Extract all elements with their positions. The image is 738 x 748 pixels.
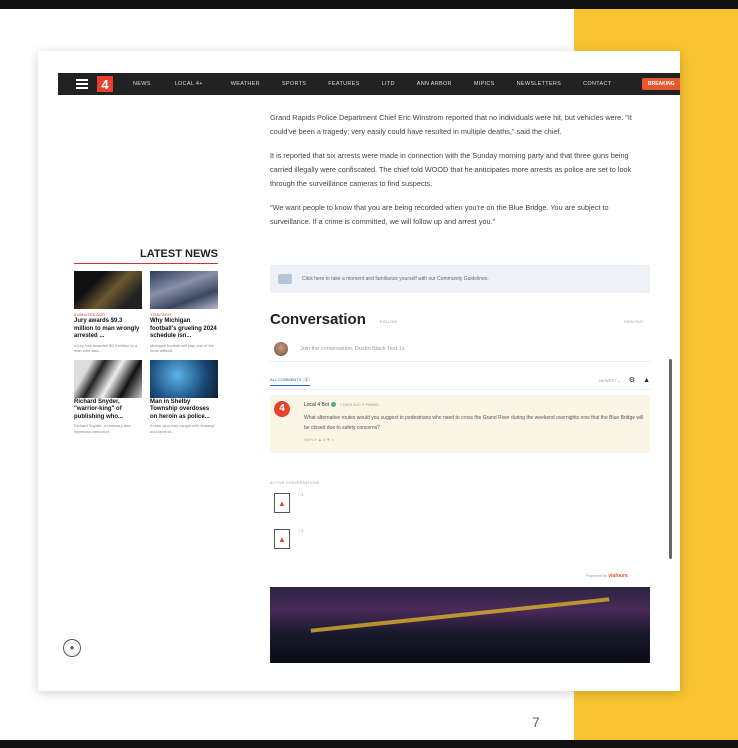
comment-author[interactable]: Local 4 Bot (304, 402, 329, 408)
comment-actions[interactable]: REPLY ▲ 0 ▼ 0 (304, 437, 334, 442)
pinned-comment: 4 Local 4 Bot 7 DAYS AGO ✦ PINNED What al… (270, 395, 650, 453)
follow-button[interactable]: FOLLOW (380, 319, 397, 324)
nav-item-contact[interactable]: CONTACT (583, 81, 611, 87)
tab-all-comments[interactable]: ALL COMMENTS 1 (270, 377, 310, 386)
news-headline[interactable]: Jury awards $9.3 million to man wrongly … (74, 318, 142, 341)
avatar (274, 342, 288, 356)
night-scene-photo (270, 587, 650, 663)
nav-item-news[interactable]: NEWS (133, 81, 151, 87)
page-scrollbar[interactable] (669, 359, 672, 559)
sort-label: NEWEST (599, 377, 617, 383)
site-logo[interactable]: 4 (97, 76, 113, 92)
bottom-frame-bar (0, 740, 738, 748)
article-doc-icon: ▲ (274, 493, 290, 513)
nav-items: NEWS LOCAL 4+ WEATHER SPORTS FEATURES LI… (133, 81, 611, 87)
sort-dropdown[interactable]: NEWEST ⌄ (599, 378, 621, 383)
guidelines-text[interactable]: Click here to take a moment and familiar… (302, 276, 489, 282)
conversation-title: Conversation (270, 311, 366, 328)
slide-page-number: 7 (532, 714, 540, 730)
news-card[interactable]: Man in Shelby Township overdoses on hero… (150, 359, 218, 435)
news-card[interactable]: Richard Snyder, "warrior-king" of publis… (74, 359, 142, 435)
news-card[interactable]: 8 MINUTES AGO Jury awards $9.3 million t… (74, 271, 142, 354)
breaking-news-button[interactable]: BREAKING (642, 78, 680, 90)
article-body: Grand Rapids Police Department Chief Eri… (270, 111, 650, 239)
active-conversation-count: □ 1 (298, 492, 304, 497)
news-description: A man who was caught with fentanyl and s… (150, 423, 215, 434)
news-description: Michigan football will play one of the m… (150, 342, 215, 354)
article-paragraph-2: It is reported that six arrests were mad… (270, 151, 632, 188)
nav-item-sports[interactable]: SPORTS (282, 81, 306, 87)
news-time: 8 MINUTES AGO (74, 312, 106, 317)
comment-meta: 7 DAYS AGO ✦ PINNED (340, 403, 379, 407)
nav-item-litd[interactable]: LITD (382, 81, 395, 87)
news-time: 1 DAY AGO (150, 312, 171, 317)
comment-tabs: ALL COMMENTS 1 NEWEST ⌄ ⚙ ▲ (270, 377, 650, 390)
article-paragraph-3: "We want people to know that you are bei… (270, 203, 609, 226)
news-thumbnail[interactable] (74, 359, 142, 398)
gear-icon[interactable]: ⚙ (629, 376, 635, 384)
site-nav-bar: 4 NEWS LOCAL 4+ WEATHER SPORTS FEATURES … (58, 73, 680, 95)
nav-item-features[interactable]: FEATURES (328, 81, 359, 87)
sign-out-link[interactable]: SIGN OUT (624, 319, 643, 324)
news-headline[interactable]: Why Michigan football's grueling 2024 sc… (150, 318, 218, 341)
nav-item-local4plus[interactable]: LOCAL 4+ (175, 81, 203, 87)
comment-text: What alternative routes would you sugges… (304, 415, 644, 431)
powered-by-viafoura[interactable]: Powered by viafoura (586, 573, 628, 579)
join-conversation-input[interactable]: Join the conversation, Dustin Black Test… (270, 337, 650, 362)
nav-item-ann-arbor[interactable]: ANN ARBOR (417, 81, 452, 87)
news-thumbnail[interactable] (150, 271, 218, 309)
news-headline[interactable]: Man in Shelby Township overdoses on hero… (150, 399, 218, 422)
news-thumbnail[interactable] (150, 359, 218, 398)
verified-badge-icon (331, 402, 337, 408)
nav-item-newsletters[interactable]: NEWSLETTERS (517, 81, 562, 87)
news-description: A jury has awarded $9.3 million to a man… (74, 342, 138, 354)
news-headline[interactable]: Richard Snyder, "warrior-king" of publis… (74, 399, 142, 422)
webpage-screenshot-card: 4 NEWS LOCAL 4+ WEATHER SPORTS FEATURES … (38, 51, 680, 691)
active-conversation-item[interactable]: ▲ □ 1 (274, 528, 304, 549)
news-description: Richard Snyder, a visionary and imperiou… (74, 423, 131, 434)
comment-count-badge: 1 (303, 377, 310, 382)
cookie-settings-icon[interactable]: ● (63, 639, 81, 657)
latest-news-title: LATEST NEWS (74, 248, 218, 264)
top-frame-bar (0, 0, 738, 9)
article-paragraph-1: Grand Rapids Police Department Chief Eri… (270, 113, 632, 136)
nav-item-weather[interactable]: WEATHER (231, 81, 260, 87)
latest-news-widget: LATEST NEWS 8 MINUTES AGO Jury awards $9… (74, 248, 218, 434)
tab-all-label: ALL COMMENTS (270, 377, 302, 382)
active-conversation-count: □ 1 (298, 528, 304, 533)
news-card[interactable]: 1 DAY AGO Why Michigan football's grueli… (150, 271, 218, 354)
join-placeholder[interactable]: Join the conversation, Dustin Black Test… (300, 346, 404, 352)
avatar[interactable]: 4 (274, 401, 290, 417)
chevron-down-icon: ⌄ (617, 377, 621, 383)
article-doc-icon: ▲ (274, 529, 290, 549)
comment-tools: NEWEST ⌄ ⚙ ▲ (599, 376, 650, 385)
menu-icon[interactable] (76, 79, 88, 89)
police-tape-graphic (310, 597, 610, 633)
active-conversation-item[interactable]: ▲ □ 1 (274, 492, 304, 513)
community-guidelines-banner[interactable]: Click here to take a moment and familiar… (270, 265, 650, 293)
bell-icon[interactable]: ▲ (643, 377, 650, 384)
nav-item-mipics[interactable]: MIPICS (474, 81, 495, 87)
comment-author-row: Local 4 Bot 7 DAYS AGO ✦ PINNED (304, 402, 379, 408)
chat-icon (278, 274, 292, 284)
viafoura-logo: viafoura (608, 573, 628, 579)
news-thumbnail[interactable] (74, 271, 142, 309)
active-conversations-label: ACTIVE CONVERSATIONS (270, 481, 320, 485)
